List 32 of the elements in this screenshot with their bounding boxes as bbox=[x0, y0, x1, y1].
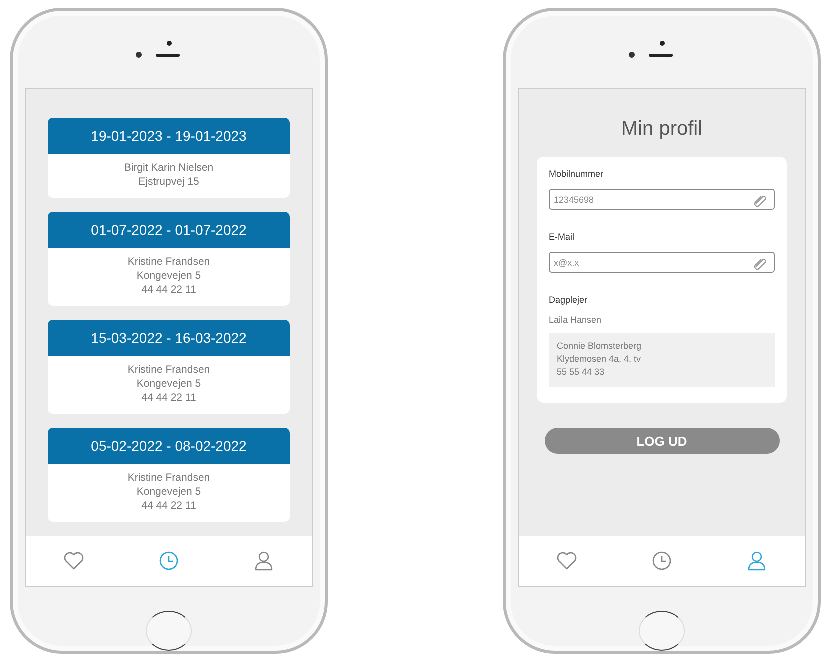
card-text: 44 44 22 11 bbox=[142, 284, 196, 296]
card-text: Kongevejen 5 bbox=[136, 486, 202, 498]
date-range: 01-07-2022 - 01-07-2022 bbox=[48, 212, 290, 248]
card-text: Kristine Frandsen bbox=[128, 256, 210, 268]
section-label: Dagplejer bbox=[549, 295, 589, 305]
field-label: E-Mail bbox=[549, 232, 576, 242]
sensor-icon bbox=[660, 41, 664, 46]
sensor-icon bbox=[166, 41, 172, 46]
camera-icon bbox=[629, 52, 635, 58]
page-title: Min profil bbox=[621, 118, 703, 141]
card-text: Ejstrupvej 15 bbox=[138, 176, 200, 188]
card-text: Kongevejen 5 bbox=[136, 378, 202, 390]
field-label: Mobilnummer bbox=[549, 169, 605, 179]
date-range: 19-01-2023 - 19-01-2023 bbox=[48, 118, 290, 154]
camera-icon bbox=[136, 52, 142, 58]
substitute-text: Klydemosen 4a, 4. tv bbox=[557, 354, 642, 364]
speaker-icon bbox=[156, 54, 180, 56]
card-text: Birgit Karin Nielsen bbox=[124, 162, 214, 174]
card-text: 44 44 22 11 bbox=[142, 500, 196, 512]
card-text: 44 44 22 11 bbox=[142, 392, 196, 404]
card-text: Kristine Frandsen bbox=[128, 472, 210, 484]
substitute-text: 55 55 44 33 bbox=[557, 367, 606, 377]
speaker-icon bbox=[649, 54, 673, 56]
caregiver-name: Laila Hansen bbox=[549, 315, 603, 325]
card-text: Kongevejen 5 bbox=[136, 270, 202, 282]
card-text: Kristine Frandsen bbox=[128, 364, 210, 376]
substitute-text: Connie Blomsterberg bbox=[557, 341, 643, 351]
date-range: 15-03-2022 - 16-03-2022 bbox=[48, 320, 290, 356]
logout-button[interactable]: LOG UD bbox=[544, 428, 780, 454]
input-field[interactable]: 12345698 bbox=[549, 189, 775, 210]
input-field[interactable]: x@x.x bbox=[549, 252, 775, 273]
date-range: 05-02-2022 - 08-02-2022 bbox=[48, 428, 290, 464]
